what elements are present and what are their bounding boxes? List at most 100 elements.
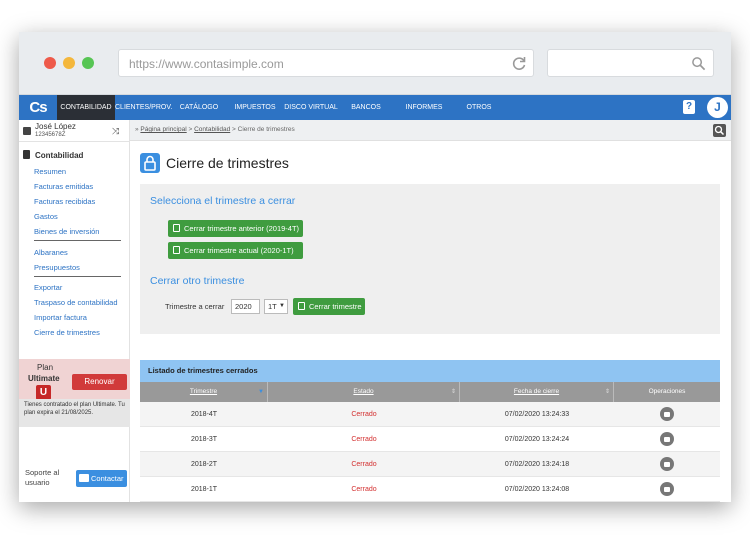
cell-fecha: 07/02/2020 13:24:33 — [504, 411, 570, 418]
help-icon[interactable]: ? — [683, 100, 695, 114]
main-content: » Página principal > Contabilidad > Cier… — [130, 120, 731, 502]
user-name: José López — [35, 122, 76, 131]
support-label: Soporte al usuario — [25, 468, 60, 487]
closed-quarters-title: Listado de trimestres cerrados — [140, 360, 720, 382]
quarter-select[interactable]: 1T ▼ — [264, 299, 288, 314]
cell-estado: Cerrado — [351, 461, 377, 468]
user-avatar[interactable]: J — [707, 97, 728, 118]
close-quarter-button[interactable]: Cerrar trimestre — [293, 298, 365, 315]
sort-icon: ⇕ — [450, 389, 456, 395]
minimize-window-dot[interactable] — [63, 57, 75, 69]
address-bar[interactable]: https://www.contasimple.com — [118, 49, 534, 77]
plan-label: Plan — [37, 363, 54, 372]
maximize-window-dot[interactable] — [82, 57, 94, 69]
sidebar-item-exportar[interactable]: Exportar — [34, 283, 62, 292]
mail-icon — [79, 474, 89, 482]
sidebar-item-traspaso[interactable]: Traspaso de contabilidad — [34, 298, 118, 307]
cell-fecha: 07/02/2020 13:24:08 — [504, 486, 570, 493]
sidebar-item-presupuestos[interactable]: Presupuestos — [34, 263, 80, 272]
quarter-label: Trimestre a cerrar — [165, 302, 225, 311]
nav-bancos[interactable]: BANCOS — [346, 95, 386, 120]
col-fecha-cierre[interactable]: Fecha de cierre ⇕ — [460, 382, 614, 402]
cell-operaciones — [614, 452, 720, 477]
table-header: Trimestre ▼ Estado ⇕ Fecha de cierre ⇕ Oper… — [140, 382, 720, 402]
cell-estado: Cerrado — [351, 436, 377, 443]
renew-button[interactable]: Renovar — [72, 374, 127, 390]
plan-badge: U — [36, 385, 51, 400]
user-row: José López 12345678Z ⤨ — [19, 120, 130, 142]
sidebar-item-facturas-emitidas[interactable]: Facturas emitidas — [34, 182, 93, 191]
lock-icon[interactable] — [660, 457, 674, 471]
switch-user-icon[interactable]: ⤨ — [112, 126, 119, 137]
table-row: 2018-2T Cerrado 07/02/2020 13:24:18 — [140, 452, 720, 477]
table-row: 2018-3T Cerrado 07/02/2020 13:24:24 — [140, 427, 720, 452]
nav-clientes[interactable]: CLIENTES/PROV. — [115, 95, 172, 120]
cell-operaciones — [614, 477, 720, 502]
top-nav: Cs CONTABILIDAD CLIENTES/PROV. CATÁLOGO … — [19, 95, 731, 120]
cell-trimestre: 2018-4T — [190, 411, 218, 418]
table-row: 2018-1T Cerrado 07/02/2020 13:24:08 — [140, 477, 720, 502]
chevron-down-icon: ▼ — [279, 303, 285, 309]
browser-chrome: https://www.contasimple.com — [19, 32, 731, 95]
breadcrumb-current: Cierre de trimestres — [237, 126, 295, 133]
table-row: 2018-4T Cerrado 07/02/2020 13:24:33 — [140, 402, 720, 427]
lock-icon[interactable] — [660, 482, 674, 496]
select-quarter-heading: Selecciona el trimestre a cerrar — [150, 195, 296, 207]
nav-informes[interactable]: INFORMES — [402, 95, 446, 120]
close-window-dot[interactable] — [44, 57, 56, 69]
year-input[interactable]: 2020 — [231, 299, 260, 314]
nav-impuestos[interactable]: IMPUESTOS — [230, 95, 280, 120]
browser-window: https://www.contasimple.com Cs CONTABILI… — [19, 32, 731, 502]
user-icon — [23, 127, 31, 135]
close-quarter-panel: Selecciona el trimestre a cerrar Cerrar … — [140, 184, 720, 334]
close-current-quarter-button[interactable]: Cerrar trimestre actual (2020-1T) — [168, 242, 303, 259]
col-trimestre[interactable]: Trimestre ▼ — [140, 382, 268, 402]
contact-button[interactable]: Contactar — [76, 470, 127, 487]
lock-icon — [173, 224, 180, 232]
cell-trimestre: 2018-2T — [190, 461, 218, 468]
sidebar-divider — [34, 276, 121, 277]
logo[interactable]: Cs — [19, 95, 57, 120]
sidebar-divider — [34, 240, 121, 241]
user-id: 12345678Z — [35, 132, 66, 138]
sort-desc-icon: ▼ — [258, 389, 264, 395]
breadcrumb-text: » Página principal > Contabilidad > Cier… — [135, 126, 295, 133]
breadcrumb-section[interactable]: Contabilidad — [194, 126, 230, 133]
plan-info: Tienes contratado el plan Ultimate. Tu p… — [19, 399, 130, 427]
plan-name: Ultimate — [28, 374, 60, 383]
sidebar-item-facturas-recibidas[interactable]: Facturas recibidas — [34, 197, 95, 206]
browser-search-box[interactable] — [547, 49, 714, 77]
cell-trimestre: 2018-1T — [190, 486, 218, 493]
breadcrumb-home[interactable]: Página principal — [140, 126, 186, 133]
nav-disco-virtual[interactable]: DISCO VIRTUAL — [283, 95, 339, 120]
sidebar-item-gastos[interactable]: Gastos — [34, 212, 58, 221]
lock-icon[interactable] — [660, 407, 674, 421]
sidebar-section-title: Contabilidad — [35, 151, 84, 160]
lock-icon — [140, 153, 160, 173]
cell-trimestre: 2018-3T — [190, 436, 218, 443]
col-estado[interactable]: Estado ⇕ — [268, 382, 460, 402]
nav-otros[interactable]: OTROS — [463, 95, 495, 120]
col-operaciones: Operaciones — [648, 388, 686, 395]
nav-contabilidad[interactable]: CONTABILIDAD — [57, 95, 115, 120]
breadcrumb: » Página principal > Contabilidad > Cier… — [130, 120, 731, 141]
search-icon[interactable] — [691, 56, 706, 71]
search-icon[interactable] — [713, 124, 726, 137]
cell-estado: Cerrado — [351, 486, 377, 493]
url-text: https://www.contasimple.com — [129, 57, 284, 71]
cell-fecha: 07/02/2020 13:24:18 — [504, 461, 570, 468]
close-previous-quarter-button[interactable]: Cerrar trimestre anterior (2019-4T) — [168, 220, 303, 237]
sidebar-item-albaranes[interactable]: Albaranes — [34, 248, 68, 257]
lock-icon — [298, 302, 305, 310]
sidebar-item-cierre-trimestres[interactable]: Cierre de trimestres — [34, 328, 100, 337]
sort-icon: ⇕ — [604, 389, 610, 395]
sidebar-item-bienes-inversion[interactable]: Bienes de inversión — [34, 227, 99, 236]
cell-fecha: 07/02/2020 13:24:24 — [504, 436, 570, 443]
lock-icon[interactable] — [660, 432, 674, 446]
sidebar-item-resumen[interactable]: Resumen — [34, 167, 66, 176]
cell-estado: Cerrado — [351, 411, 377, 418]
sidebar-item-importar-factura[interactable]: Importar factura — [34, 313, 87, 322]
nav-catalogo[interactable]: CATÁLOGO — [174, 95, 224, 120]
cell-operaciones — [614, 402, 720, 427]
reload-icon[interactable] — [511, 55, 527, 71]
